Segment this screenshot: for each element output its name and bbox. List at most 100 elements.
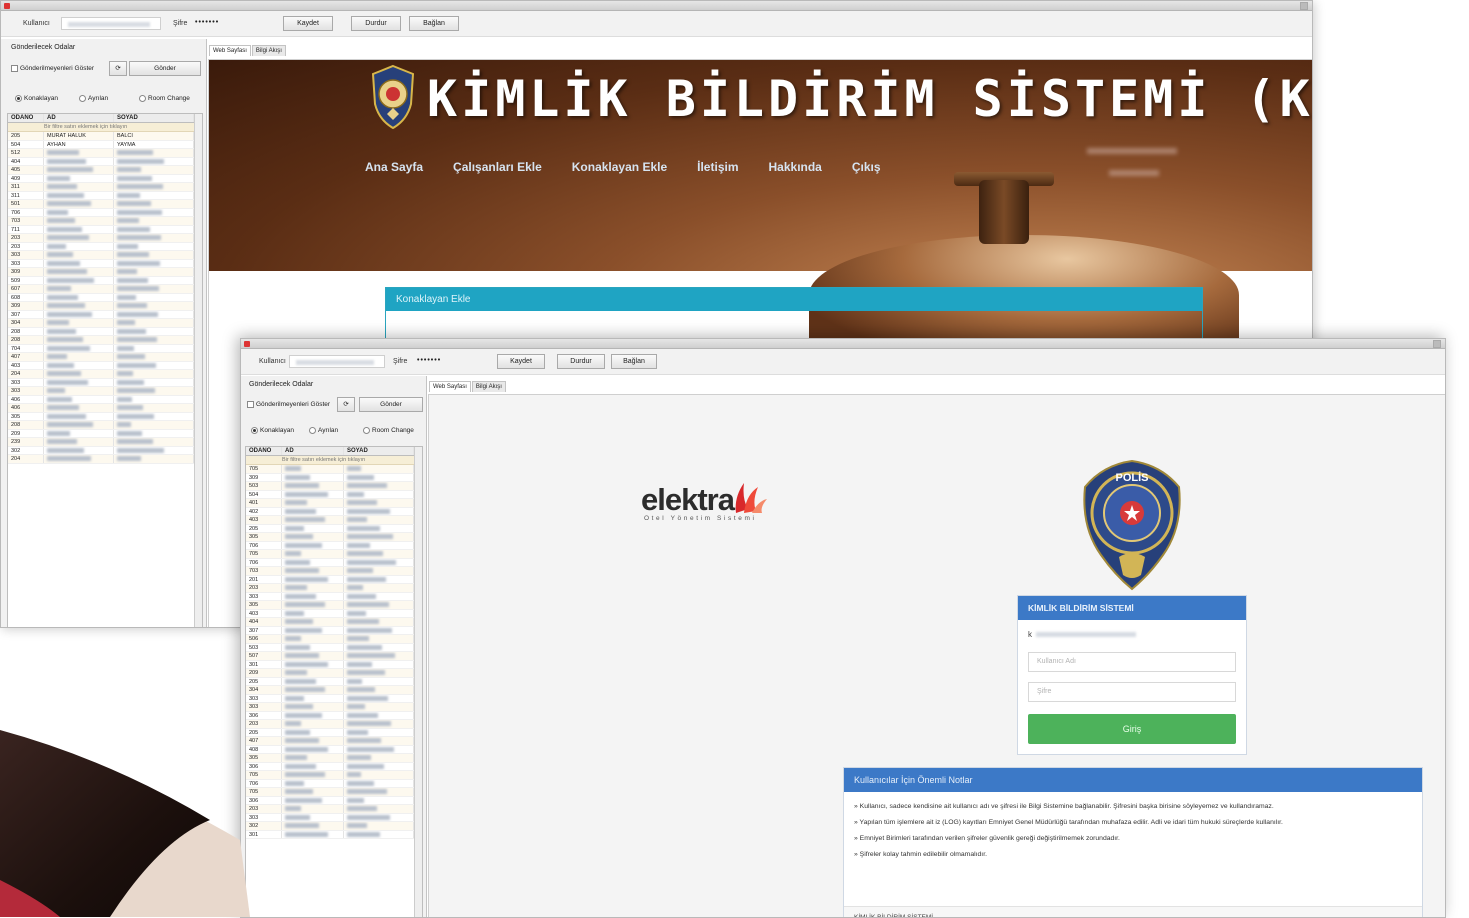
save-button[interactable]: Kaydet <box>283 16 333 31</box>
refresh-button[interactable]: ⟳ <box>337 397 355 412</box>
table-row[interactable]: 303 <box>8 378 202 387</box>
table-row[interactable]: 507 <box>246 652 422 661</box>
table-row[interactable]: 407 <box>246 737 422 746</box>
tab-info-flow[interactable]: Bilgi Akışı <box>251 45 286 56</box>
table-row[interactable]: 203 <box>8 234 202 243</box>
table-row[interactable]: 704 <box>8 344 202 353</box>
col-room[interactable]: ODANO <box>8 114 44 122</box>
table-row[interactable]: 503 <box>246 643 422 652</box>
table-row[interactable]: 203 <box>246 584 422 593</box>
table-row[interactable]: 208 <box>8 327 202 336</box>
nav-home[interactable]: Ana Sayfa <box>365 160 423 174</box>
radio-leaving[interactable]: Ayrılan <box>309 427 338 434</box>
table-row[interactable]: 302 <box>246 822 422 831</box>
send-button[interactable]: Gönder <box>359 397 423 412</box>
table-row[interactable]: 403 <box>246 609 422 618</box>
table-row[interactable]: 301 <box>246 830 422 839</box>
table-row[interactable]: 203 <box>8 242 202 251</box>
table-row[interactable]: 309 <box>8 268 202 277</box>
table-row[interactable]: 301 <box>246 660 422 669</box>
table-row[interactable]: 305 <box>246 601 422 610</box>
table-row[interactable]: 706 <box>8 208 202 217</box>
table-row[interactable]: 311 <box>8 191 202 200</box>
connect-button[interactable]: Bağlan <box>409 16 459 31</box>
user-field[interactable] <box>289 355 385 368</box>
save-button[interactable]: Kaydet <box>497 354 545 369</box>
table-row[interactable]: 239 <box>8 438 202 447</box>
nav-about[interactable]: Hakkında <box>769 160 822 174</box>
table-row[interactable]: 408 <box>246 745 422 754</box>
table-row[interactable]: 303 <box>246 592 422 601</box>
table-row[interactable]: 607 <box>8 285 202 294</box>
col-room[interactable]: ODANO <box>246 447 282 455</box>
table-row[interactable]: 303 <box>8 387 202 396</box>
stop-button[interactable]: Durdur <box>557 354 605 369</box>
nav-logout[interactable]: Çıkış <box>852 160 881 174</box>
table-row[interactable]: 402 <box>246 507 422 516</box>
table-row[interactable]: 303 <box>8 251 202 260</box>
table-row[interactable]: 203 <box>246 720 422 729</box>
table-row[interactable]: 703 <box>8 217 202 226</box>
rooms-grid[interactable]: ODANO AD SOYAD Bir filtre satırı eklemek… <box>245 446 423 917</box>
table-row[interactable]: 409 <box>8 174 202 183</box>
table-row[interactable]: 303 <box>246 813 422 822</box>
table-row[interactable]: 209 <box>246 669 422 678</box>
table-row[interactable]: 302 <box>8 446 202 455</box>
table-row[interactable]: 311 <box>8 183 202 192</box>
radio-room-change[interactable]: Room Change <box>363 427 414 434</box>
stop-button[interactable]: Durdur <box>351 16 401 31</box>
tab-info-flow[interactable]: Bilgi Akışı <box>471 381 506 392</box>
table-row[interactable]: 403 <box>246 516 422 525</box>
table-row[interactable]: 404 <box>8 157 202 166</box>
table-row[interactable]: 306 <box>246 711 422 720</box>
col-name[interactable]: AD <box>44 114 114 122</box>
col-name[interactable]: AD <box>282 447 344 455</box>
table-row[interactable]: 304 <box>8 319 202 328</box>
nav-add-employees[interactable]: Çalışanları Ekle <box>453 160 542 174</box>
password-input[interactable]: Şifre <box>1028 682 1236 702</box>
table-row[interactable]: 705 <box>246 771 422 780</box>
table-row[interactable]: 205 <box>246 728 422 737</box>
nav-add-guest[interactable]: Konaklayan Ekle <box>572 160 667 174</box>
refresh-button[interactable]: ⟳ <box>109 61 127 76</box>
table-row[interactable]: 503 <box>246 482 422 491</box>
send-button[interactable]: Gönder <box>129 61 201 76</box>
table-row[interactable]: 201 <box>246 575 422 584</box>
table-row[interactable]: 501 <box>8 200 202 209</box>
grid-scrollbar[interactable] <box>194 114 202 627</box>
col-surname[interactable]: SOYAD <box>114 114 194 122</box>
table-row[interactable]: 303 <box>246 703 422 712</box>
table-row[interactable]: 205 <box>246 524 422 533</box>
table-row[interactable]: 405 <box>8 166 202 175</box>
grid-filter-row[interactable]: Bir filtre satırı eklemek için tıklayın <box>246 456 422 465</box>
login-button[interactable]: Giriş <box>1028 714 1236 744</box>
table-row[interactable]: 407 <box>8 353 202 362</box>
show-unsent-checkbox[interactable]: Gönderilmeyenleri Göster <box>11 65 94 72</box>
table-row[interactable]: 205 MURAT HALUK BALCI <box>8 132 202 141</box>
table-row[interactable]: 204 <box>8 455 202 464</box>
radio-room-change[interactable]: Room Change <box>139 95 190 102</box>
table-row[interactable]: 209 <box>8 429 202 438</box>
table-row[interactable]: 306 <box>246 762 422 771</box>
window-control-button[interactable] <box>1300 2 1308 10</box>
table-row[interactable]: 711 <box>8 225 202 234</box>
table-row[interactable]: 706 <box>246 558 422 567</box>
password-field[interactable]: ••••••• <box>195 19 219 26</box>
table-row[interactable]: 204 <box>8 370 202 379</box>
radio-leaving[interactable]: Ayrılan <box>79 95 108 102</box>
table-row[interactable]: 506 <box>246 635 422 644</box>
table-row[interactable]: 705 <box>246 788 422 797</box>
radio-staying[interactable]: Konaklayan <box>15 95 58 102</box>
tab-web-page[interactable]: Web Sayfası <box>209 45 251 56</box>
table-row[interactable]: 706 <box>246 779 422 788</box>
table-row[interactable]: 305 <box>246 533 422 542</box>
password-field[interactable]: ••••••• <box>417 357 441 364</box>
grid-scrollbar[interactable] <box>414 447 422 917</box>
table-row[interactable]: 309 <box>8 302 202 311</box>
table-row[interactable]: 304 <box>246 686 422 695</box>
username-input[interactable]: Kullanıcı Adı <box>1028 652 1236 672</box>
table-row[interactable]: 303 <box>8 259 202 268</box>
table-row[interactable]: 309 <box>246 473 422 482</box>
table-row[interactable]: 208 <box>8 421 202 430</box>
table-row[interactable]: 703 <box>246 567 422 576</box>
